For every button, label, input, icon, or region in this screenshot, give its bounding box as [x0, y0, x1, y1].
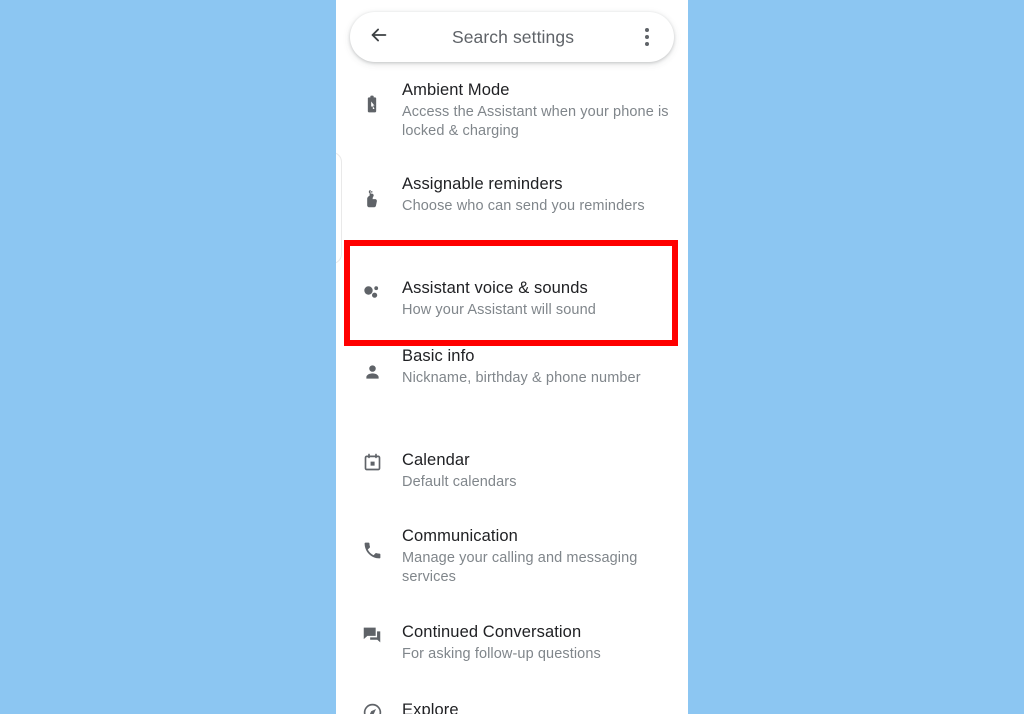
list-item-text: Assignable reminders Choose who can send… [392, 170, 672, 216]
list-item-text: Continued Conversation For asking follow… [392, 618, 672, 664]
list-item-assistant-voice-and-sounds[interactable]: Assistant voice & sounds How your Assist… [336, 262, 688, 342]
explore-icon [352, 696, 392, 714]
list-item-text: Basic info Nickname, birthday & phone nu… [392, 342, 672, 388]
list-item-subtitle: How your Assistant will sound [402, 302, 596, 318]
more-options-button[interactable] [630, 20, 664, 54]
search-input[interactable]: Search settings [396, 27, 630, 48]
more-vert-icon-dot [645, 28, 649, 32]
settings-list: Ambient Mode Access the Assistant when y… [336, 70, 688, 714]
list-item-basic-info[interactable]: Basic info Nickname, birthday & phone nu… [336, 342, 688, 438]
list-item-communication[interactable]: Communication Manage your calling and me… [336, 516, 688, 610]
list-item-calendar[interactable]: Calendar Default calendars [336, 438, 688, 516]
chat-bubbles-icon [352, 618, 392, 646]
list-item-title: Explore [402, 701, 459, 714]
list-item-text: Communication Manage your calling and me… [392, 522, 672, 587]
person-icon [352, 342, 392, 383]
assistant-dots-icon [352, 274, 392, 304]
list-item-continued-conversation[interactable]: Continued Conversation For asking follow… [336, 610, 688, 688]
list-item-text: Calendar Default calendars [392, 446, 672, 492]
assistant-settings-panel: Search settings Ambient Mode Access the … [336, 0, 688, 714]
list-item-subtitle: Manage your calling and messaging servic… [402, 550, 638, 585]
list-item-subtitle: For asking follow-up questions [402, 646, 601, 662]
list-item-subtitle: Nickname, birthday & phone number [402, 370, 641, 386]
list-item-title: Communication [402, 527, 518, 545]
list-item-title: Assistant voice & sounds [402, 279, 588, 297]
more-vert-icon-dot [645, 35, 649, 39]
list-item-title: Ambient Mode [402, 81, 510, 99]
list-item-subtitle: Default calendars [402, 474, 517, 490]
battery-charging-icon [352, 76, 392, 114]
list-item-subtitle: Choose who can send you reminders [402, 198, 645, 214]
list-item-text: Ambient Mode Access the Assistant when y… [392, 76, 672, 141]
calendar-icon [352, 446, 392, 473]
list-item-title: Continued Conversation [402, 623, 582, 641]
back-arrow-icon [368, 24, 390, 51]
list-item-assignable-reminders[interactable]: Assignable reminders Choose who can send… [336, 166, 688, 262]
list-item-title: Basic info [402, 347, 475, 365]
list-item-explore[interactable]: Explore [336, 688, 688, 714]
search-bar[interactable]: Search settings [350, 12, 674, 62]
list-item-subtitle: Access the Assistant when your phone is … [402, 104, 669, 139]
list-item-ambient-mode[interactable]: Ambient Mode Access the Assistant when y… [336, 70, 688, 166]
list-item-text: Explore [392, 696, 672, 714]
list-item-title: Assignable reminders [402, 175, 563, 193]
phone-icon [352, 522, 392, 561]
back-button[interactable] [362, 20, 396, 54]
list-item-title: Calendar [402, 451, 470, 469]
list-item-text: Assistant voice & sounds How your Assist… [392, 274, 672, 320]
finger-string-reminder-icon [352, 170, 392, 210]
more-vert-icon-dot [645, 42, 649, 46]
